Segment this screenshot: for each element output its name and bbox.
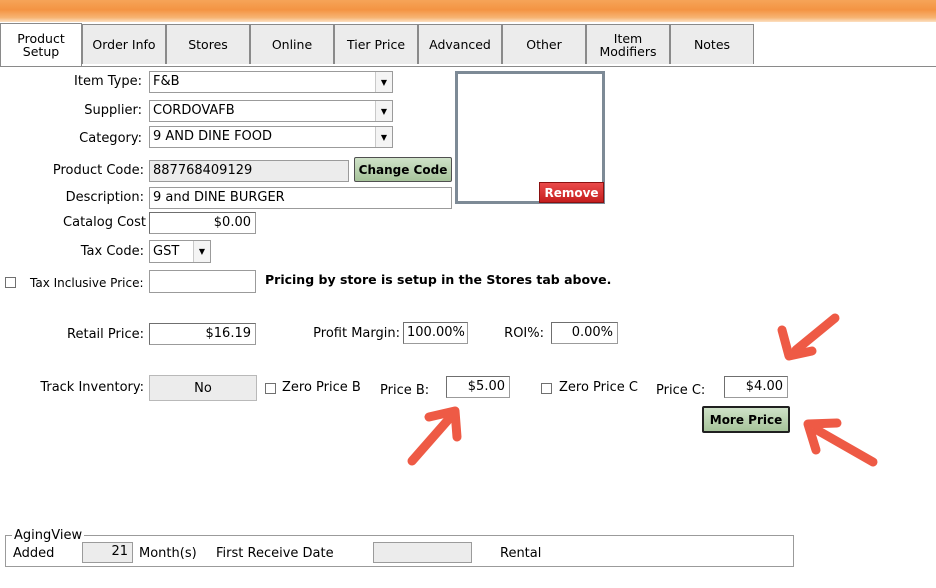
arrow-to-price-b xyxy=(407,415,453,466)
arrow-to-more-price xyxy=(812,425,878,467)
arrow-to-price-c xyxy=(791,313,840,355)
annotation-arrows xyxy=(407,313,878,467)
